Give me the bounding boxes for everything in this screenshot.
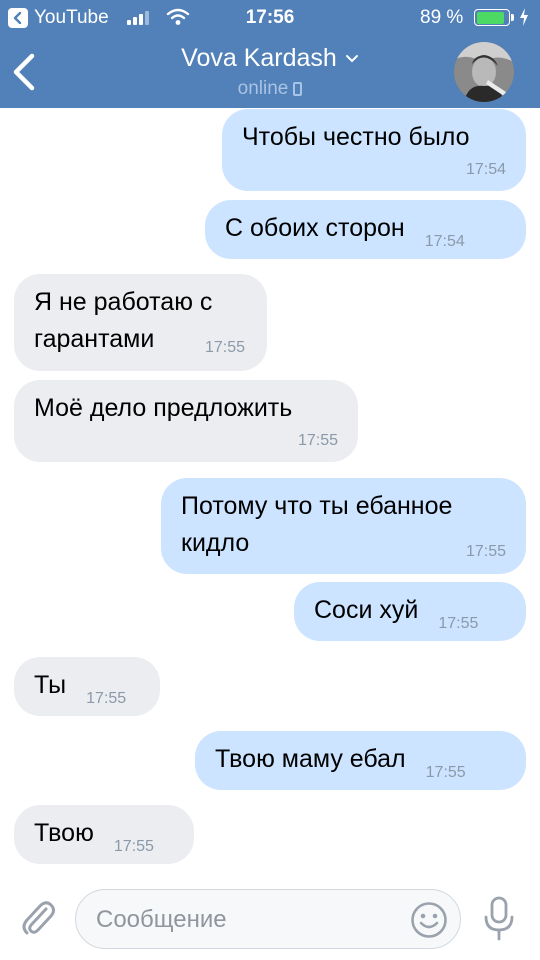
outgoing-message[interactable]: С обоих сторон 17:54 xyxy=(205,200,526,259)
outgoing-message[interactable]: Потому что ты ебанное кидло 17:55 xyxy=(161,478,526,574)
message-text: Чтобы честно было xyxy=(242,123,470,151)
message-list: Чтобы честно было 17:54 С обоих сторон 17… xyxy=(0,108,540,880)
paperclip-icon xyxy=(22,901,55,935)
mobile-icon xyxy=(293,82,303,96)
attach-button[interactable] xyxy=(20,897,56,937)
chat-header: YouTube 17:56 89 % Vova Kardash online xyxy=(0,0,540,108)
message-time: 17:55 xyxy=(86,690,127,707)
smiley-icon xyxy=(411,902,447,938)
contact-name: Vova Kardash xyxy=(181,44,337,72)
microphone-icon xyxy=(484,896,514,941)
battery-cap xyxy=(511,14,514,21)
message-time: 17:55 xyxy=(113,838,154,855)
chevron-down-icon xyxy=(345,54,358,62)
battery-percentage: 89 % xyxy=(420,7,464,28)
message-text: Твою xyxy=(34,819,94,847)
message-time: 17:55 xyxy=(465,543,506,560)
message-input[interactable]: Сообщение xyxy=(75,889,461,949)
battery-level xyxy=(476,11,505,24)
incoming-message[interactable]: Я не работаю с гарантами 17:55 xyxy=(14,274,267,371)
battery-icon xyxy=(474,9,510,26)
charging-bolt-icon xyxy=(519,8,529,32)
message-time: 17:55 xyxy=(297,432,338,449)
message-time: 17:54 xyxy=(465,161,506,178)
outgoing-message[interactable]: Твою маму ебал 17:55 xyxy=(195,731,526,790)
status-bar: YouTube 17:56 89 % xyxy=(0,0,540,36)
outgoing-message[interactable]: Чтобы честно было 17:54 xyxy=(222,109,526,191)
message-text: С обоих сторон xyxy=(225,214,405,242)
message-text: Твою маму ебал xyxy=(215,745,406,773)
message-time: 17:55 xyxy=(425,764,466,781)
incoming-message[interactable]: Твою 17:55 xyxy=(14,805,194,864)
outgoing-message[interactable]: Соси хуй 17:55 xyxy=(294,582,526,641)
message-text: Потому что ты ебанное кидло xyxy=(181,492,453,557)
message-text: Соси хуй xyxy=(314,596,419,624)
emoji-button[interactable] xyxy=(410,901,448,939)
message-time: 17:55 xyxy=(438,615,479,632)
incoming-message[interactable]: Ты 17:55 xyxy=(14,657,160,716)
message-time: 17:54 xyxy=(424,233,465,250)
message-text: Ты xyxy=(34,671,67,699)
incoming-message[interactable]: Моё дело предложить 17:55 xyxy=(14,380,358,462)
message-time: 17:55 xyxy=(204,339,245,356)
message-text: Моё дело предложить xyxy=(34,394,293,422)
presence-label: online xyxy=(237,78,289,99)
microphone-button[interactable] xyxy=(482,895,516,943)
message-input-placeholder: Сообщение xyxy=(96,906,227,933)
avatar[interactable] xyxy=(454,42,514,102)
